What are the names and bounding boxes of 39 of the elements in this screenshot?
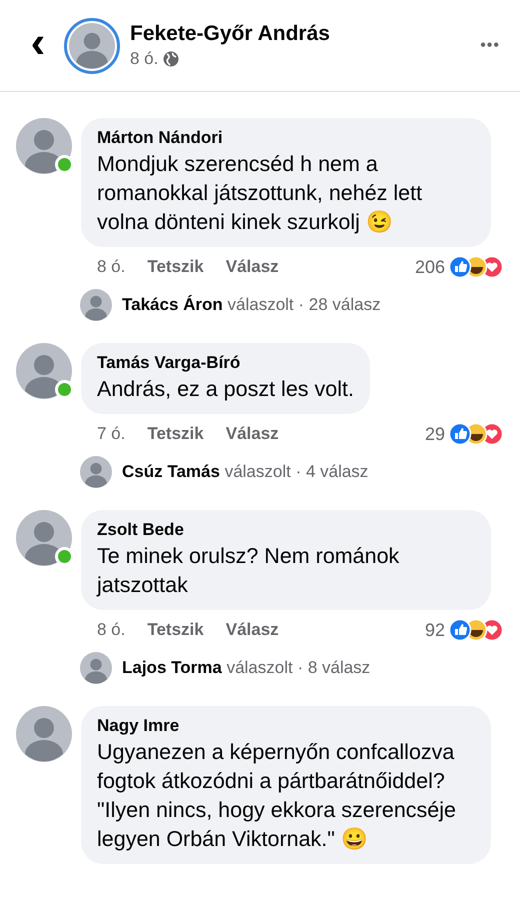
like-button[interactable]: Tetszik [147, 257, 204, 277]
comment-text: Mondjuk szerencséd h nem a romanokkal játszottunk, nehéz lett volna dönteni kinek szurkolj 😉 [97, 151, 424, 236]
more-button[interactable]: ••• [474, 36, 506, 56]
comment-text: Te minek orulsz? Nem románok jatszottak [97, 543, 400, 599]
reply-avatar-icon[interactable] [80, 652, 112, 684]
reply-button[interactable]: Válasz [226, 620, 279, 640]
avatar-icon[interactable] [16, 706, 72, 762]
comment-time: 8 ó. [97, 620, 126, 640]
comment-author[interactable]: Tamás Varga-Bíró [97, 353, 354, 373]
reaction-count: 92 [424, 620, 445, 640]
reply-button[interactable]: Válasz [226, 424, 279, 444]
avatar-icon[interactable] [16, 510, 72, 566]
reaction-icons[interactable] [448, 618, 504, 642]
reply-summary[interactable]: Lajos Torma válaszolt · 8 válasz [122, 658, 370, 678]
back-button[interactable]: ‹ [20, 20, 56, 64]
reaction-count: 206 [414, 256, 445, 278]
like-button[interactable]: Tetszik [147, 620, 204, 640]
reply-avatar-icon[interactable] [80, 289, 112, 321]
comment-author[interactable]: Márton Nándori [97, 128, 475, 148]
reaction-count: 29 [424, 424, 445, 444]
avatar-icon[interactable] [69, 22, 115, 68]
reaction-icons[interactable] [448, 422, 504, 446]
reply-summary[interactable]: Takács Áron válaszolt · 28 válasz [122, 295, 381, 315]
like-button[interactable]: Tetszik [147, 424, 204, 444]
comment-author[interactable]: Nagy Imre [97, 716, 475, 736]
reply-avatar-icon[interactable] [80, 456, 112, 488]
comment-text: András, ez a poszt les volt. [97, 376, 354, 403]
post-author[interactable]: Fekete-Győr András [130, 22, 474, 46]
comment-text: Ugyanezen a képernyőn confcallozva fogtok átkozódni a pártbarátnőiddel? "Ilyen nincs, hogy ekkora szerencséje legyen Orbán Viktornak." 😀 [97, 739, 457, 853]
comment-time: 7 ó. [97, 424, 126, 444]
reaction-icons[interactable] [448, 255, 504, 279]
reply-button[interactable]: Válasz [226, 257, 279, 277]
avatar-icon[interactable] [16, 343, 72, 399]
reply-summary[interactable]: Csúz Tamás válaszolt · 4 válasz [122, 462, 368, 482]
post-time: 8 ó. [130, 49, 158, 69]
globe-icon [163, 51, 180, 67]
comment-author[interactable]: Zsolt Bede [97, 520, 475, 540]
comment-time: 8 ó. [97, 257, 126, 277]
avatar-icon[interactable] [16, 118, 72, 174]
